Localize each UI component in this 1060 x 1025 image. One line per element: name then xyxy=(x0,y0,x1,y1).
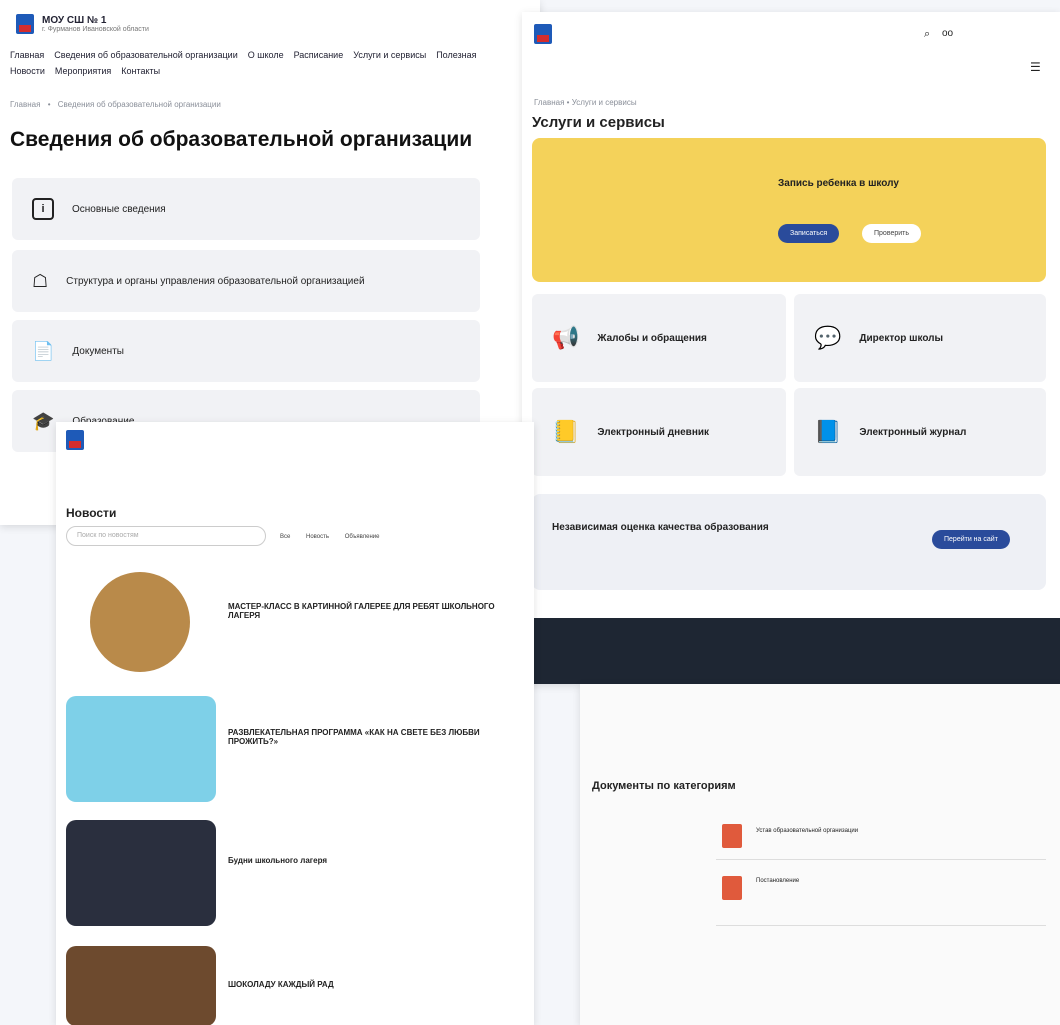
news-thumb-2[interactable] xyxy=(66,696,216,802)
check-button[interactable]: Проверить xyxy=(862,224,922,243)
search-input[interactable]: Поиск по новостям xyxy=(77,532,139,539)
breadcrumb-home[interactable]: Главная xyxy=(10,100,40,109)
panel-documents: Документы по категориям Устав образовате… xyxy=(580,684,1060,1025)
quality-banner: Независимая оценка качества образования … xyxy=(532,494,1046,590)
news-thumb-1[interactable] xyxy=(90,572,190,672)
filter-ads[interactable]: Объявление xyxy=(345,534,380,540)
tile-title: Электронный дневник xyxy=(597,426,710,438)
tile-title: Электронный журнал xyxy=(859,426,967,438)
card-basic-info[interactable]: i Основные сведения xyxy=(12,178,480,240)
news-search[interactable]: Поиск по новостям xyxy=(66,526,266,546)
breadcrumb-sep: • xyxy=(47,100,51,109)
news-title-2[interactable]: РАЗВЛЕКАТЕЛЬНАЯ ПРОГРАММА «КАК НА СВЕТЕ … xyxy=(228,728,518,746)
news-title-3[interactable]: Будни школьного лагеря xyxy=(228,856,518,865)
doc-title[interactable]: Устав образовательной организации xyxy=(756,828,858,834)
news-title-1[interactable]: МАСТЕР-КЛАСС В КАРТИННОЙ ГАЛЕРЕЕ ДЛЯ РЕБ… xyxy=(228,602,518,620)
news-thumb-4[interactable] xyxy=(66,946,216,1025)
nav-schedule[interactable]: Расписание xyxy=(294,50,344,60)
hero-banner: Запись ребенка в школу Записаться Провер… xyxy=(532,138,1046,282)
filter-news[interactable]: Новость xyxy=(306,534,329,540)
journal-icon: 📘 xyxy=(814,419,842,444)
nav-events[interactable]: Мероприятия xyxy=(55,66,111,76)
logo xyxy=(66,430,84,450)
tile-journal[interactable]: 📘 Электронный журнал xyxy=(794,388,1046,476)
panel-news: Новости Поиск по новостям Все Новость Об… xyxy=(56,422,534,1025)
info-icon: i xyxy=(32,198,54,220)
menu-icon[interactable]: ☰ xyxy=(1030,60,1041,74)
nav-services[interactable]: Услуги и сервисы xyxy=(353,50,426,60)
card-label: Основные сведения xyxy=(72,203,166,215)
megaphone-icon: 📢 xyxy=(552,325,580,350)
graduation-cap-icon: 🎓 xyxy=(32,410,55,431)
doc-title[interactable]: Постановление xyxy=(756,878,799,884)
news-title-4[interactable]: ШОКОЛАДУ КАЖДЫЙ РАД xyxy=(228,980,518,989)
tile-complaints[interactable]: 📢 Жалобы и обращения xyxy=(532,294,786,382)
org-region: г. Фурманов Ивановской области xyxy=(42,26,149,33)
nav-org-info[interactable]: Сведения об образовательной организации xyxy=(54,50,237,60)
tile-title: Директор школы xyxy=(859,332,944,344)
nav-about[interactable]: О школе xyxy=(248,50,284,60)
card-label: Документы xyxy=(72,345,124,357)
filter-all[interactable]: Все xyxy=(280,534,290,540)
search-icon[interactable]: ⌕ xyxy=(924,28,930,41)
page-title: Услуги и сервисы xyxy=(532,114,665,131)
tile-director[interactable]: 💬 Директор школы xyxy=(794,294,1046,382)
diary-icon: 📒 xyxy=(552,419,580,444)
card-label: Структура и органы управления образовате… xyxy=(66,275,365,287)
card-documents[interactable]: 📄 Документы xyxy=(12,320,480,382)
nav-home[interactable]: Главная xyxy=(10,50,44,60)
nav-contacts[interactable]: Контакты xyxy=(121,66,160,76)
chat-icon: 💬 xyxy=(814,325,842,350)
main-nav: Главная Сведения об образовательной орга… xyxy=(10,50,530,60)
hero-title: Запись ребенка в школу xyxy=(778,178,899,189)
nav-useful[interactable]: Полезная xyxy=(436,50,476,60)
panel-services: ⌕ oo ☰ Главная • Услуги и сервисы Услуги… xyxy=(522,12,1060,684)
breadcrumb: Главная • Сведения об образовательной ор… xyxy=(10,100,221,109)
quality-title: Независимая оценка качества образования xyxy=(552,522,769,533)
page-title: Новости xyxy=(66,506,117,520)
documents-icon: 📄 xyxy=(32,340,55,361)
tile-diary[interactable]: 📒 Электронный дневник xyxy=(532,388,786,476)
accessibility-icon[interactable]: oo xyxy=(942,28,953,39)
logo xyxy=(534,24,552,44)
structure-icon: ☖ xyxy=(32,270,49,291)
doc-row-2[interactable]: Постановление xyxy=(716,870,1046,926)
breadcrumb-current: Сведения об образовательной организации xyxy=(57,100,221,109)
card-structure[interactable]: ☖ Структура и органы управления образова… xyxy=(12,250,480,312)
tile-title: Жалобы и обращения xyxy=(597,332,707,344)
doc-row-1[interactable]: Устав образовательной организации xyxy=(716,820,1046,860)
footer xyxy=(522,618,1060,684)
enroll-button[interactable]: Записаться xyxy=(778,224,840,243)
pdf-icon xyxy=(722,876,742,900)
section-title: Документы по категориям xyxy=(592,780,736,792)
nav-news[interactable]: Новости xyxy=(10,66,45,76)
breadcrumb: Главная • Услуги и сервисы xyxy=(534,98,637,107)
news-thumb-3[interactable] xyxy=(66,820,216,926)
quality-button[interactable]: Перейти на сайт xyxy=(932,530,1010,549)
logo xyxy=(16,14,34,34)
page-title: Сведения об образовательной организации xyxy=(10,128,473,151)
pdf-icon xyxy=(722,824,742,848)
org-name: МОУ СШ № 1 xyxy=(42,15,107,26)
